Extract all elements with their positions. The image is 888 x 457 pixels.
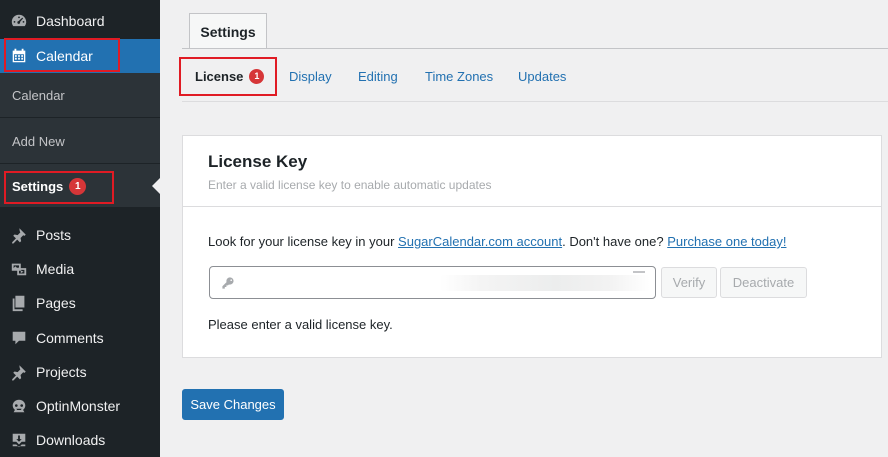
license-key-input[interactable] <box>209 266 656 299</box>
calendar-submenu: Calendar Add New Settings 1 <box>0 73 160 207</box>
help-text-middle: . Don't have one? <box>562 234 668 249</box>
pin-icon <box>9 362 29 382</box>
sidebar-item-downloads[interactable]: Downloads <box>0 423 160 457</box>
subtab-editing[interactable]: Editing <box>358 56 398 96</box>
subtab-label: Updates <box>518 68 567 84</box>
submenu-divider <box>0 163 160 164</box>
sidebar-item-label: Media <box>36 261 75 277</box>
subtab-display[interactable]: Display <box>289 56 332 96</box>
tab-settings[interactable]: Settings <box>189 13 267 49</box>
sidebar-item-label: Calendar <box>36 48 93 64</box>
sidebar-item-label: Dashboard <box>36 13 105 29</box>
sidebar-item-projects[interactable]: Projects <box>0 355 160 389</box>
purchase-link[interactable]: Purchase one today! <box>667 234 786 249</box>
card-description: Enter a valid license key to enable auto… <box>208 178 492 192</box>
deactivate-button[interactable]: Deactivate <box>720 267 807 298</box>
pages-icon <box>9 293 29 313</box>
license-notification-badge: 1 <box>249 68 265 84</box>
subtab-label: Time Zones <box>425 68 494 84</box>
download-icon <box>9 430 29 450</box>
tab-label: Settings <box>200 23 256 40</box>
sidebar-item-label: OptinMonster <box>36 398 121 414</box>
license-key-card: License Key Enter a valid license key to… <box>182 135 882 358</box>
comment-icon <box>9 328 29 348</box>
optinmonster-icon <box>9 396 29 416</box>
sidebar-item-optinmonster[interactable]: OptinMonster <box>0 389 160 423</box>
license-status-message: Please enter a valid license key. <box>208 317 393 332</box>
media-icon <box>9 259 29 279</box>
tabs-divider <box>182 48 888 49</box>
sidebar-item-label: Pages <box>36 295 76 311</box>
dashboard-icon <box>9 11 29 31</box>
calendar-icon <box>9 46 29 66</box>
input-addon-mark <box>633 271 645 273</box>
settings-subnav: License 1 Display Editing Time Zones Upd… <box>182 56 888 96</box>
subnav-divider <box>182 101 888 102</box>
submenu-item-label: Settings <box>12 178 64 194</box>
sidebar-item-posts[interactable]: Posts <box>0 218 160 252</box>
current-menu-arrow <box>152 178 160 194</box>
submenu-item-label: Calendar <box>12 87 65 103</box>
sidebar-item-calendar[interactable]: Calendar <box>0 39 160 73</box>
save-changes-button[interactable]: Save Changes <box>182 389 284 420</box>
sidebar-item-label: Downloads <box>36 432 106 448</box>
submenu-divider <box>0 117 160 118</box>
subtab-updates[interactable]: Updates <box>518 56 566 96</box>
sidebar-item-comments[interactable]: Comments <box>0 321 160 355</box>
card-title: License Key <box>208 152 308 171</box>
sidebar-item-label: Projects <box>36 364 87 380</box>
sidebar-item-pages[interactable]: Pages <box>0 286 160 320</box>
settings-notification-badge: 1 <box>69 177 87 195</box>
subtab-label: License <box>195 68 244 84</box>
sidebar-item-media[interactable]: Media <box>0 252 160 286</box>
subtab-time-zones[interactable]: Time Zones <box>425 56 493 96</box>
sidebar-item-label: Comments <box>36 330 104 346</box>
card-header: License Key Enter a valid license key to… <box>183 136 881 207</box>
pin-icon <box>9 225 29 245</box>
masked-key-value <box>440 275 650 291</box>
subtab-label: Editing <box>358 68 398 84</box>
submenu-item-settings[interactable]: Settings 1 <box>0 168 160 204</box>
license-help-text: Look for your license key in your SugarC… <box>208 234 786 249</box>
sidebar-item-label: Posts <box>36 227 72 243</box>
verify-button[interactable]: Verify <box>661 267 717 298</box>
help-text-prefix: Look for your license key in your <box>208 234 399 249</box>
admin-sidebar: Dashboard Calendar Calendar Add New Sett… <box>0 0 160 457</box>
sidebar-item-dashboard[interactable]: Dashboard <box>0 4 160 38</box>
submenu-item-label: Add New <box>12 133 65 149</box>
submenu-item-add-new[interactable]: Add New <box>0 122 160 160</box>
key-icon <box>220 275 236 291</box>
submenu-item-calendar[interactable]: Calendar <box>0 76 160 114</box>
subtab-label: Display <box>289 68 332 84</box>
subtab-license[interactable]: License 1 <box>195 56 265 96</box>
sugarcalendar-account-link[interactable]: SugarCalendar.com account <box>398 234 562 249</box>
